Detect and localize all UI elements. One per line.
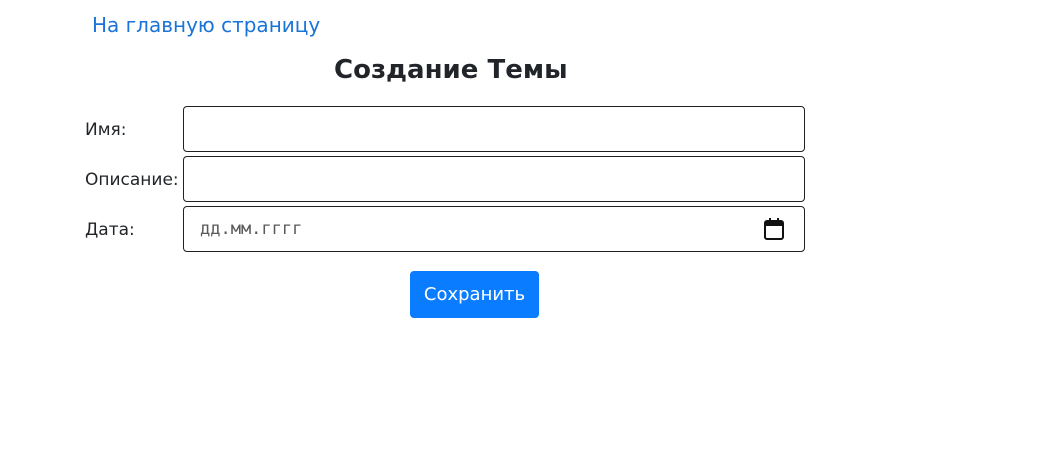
date-placeholder: дд.мм.гггг (200, 219, 303, 239)
date-label: Дата: (85, 220, 135, 240)
description-row: Описание: (85, 156, 807, 204)
description-label: Описание: (85, 170, 179, 190)
calendar-icon[interactable] (764, 218, 784, 240)
description-input[interactable] (183, 156, 805, 202)
date-input[interactable]: дд.мм.гггг (183, 206, 805, 252)
date-row: Дата: дд.мм.гггг (85, 206, 807, 254)
page-title: Создание Темы (334, 55, 568, 85)
save-button[interactable]: Сохранить (410, 271, 539, 318)
name-input[interactable] (183, 106, 805, 152)
name-row: Имя: (85, 106, 807, 154)
name-label: Имя: (85, 120, 127, 140)
page: На главную страницу Создание Темы Имя: О… (0, 0, 1040, 476)
home-link[interactable]: На главную страницу (92, 11, 320, 39)
